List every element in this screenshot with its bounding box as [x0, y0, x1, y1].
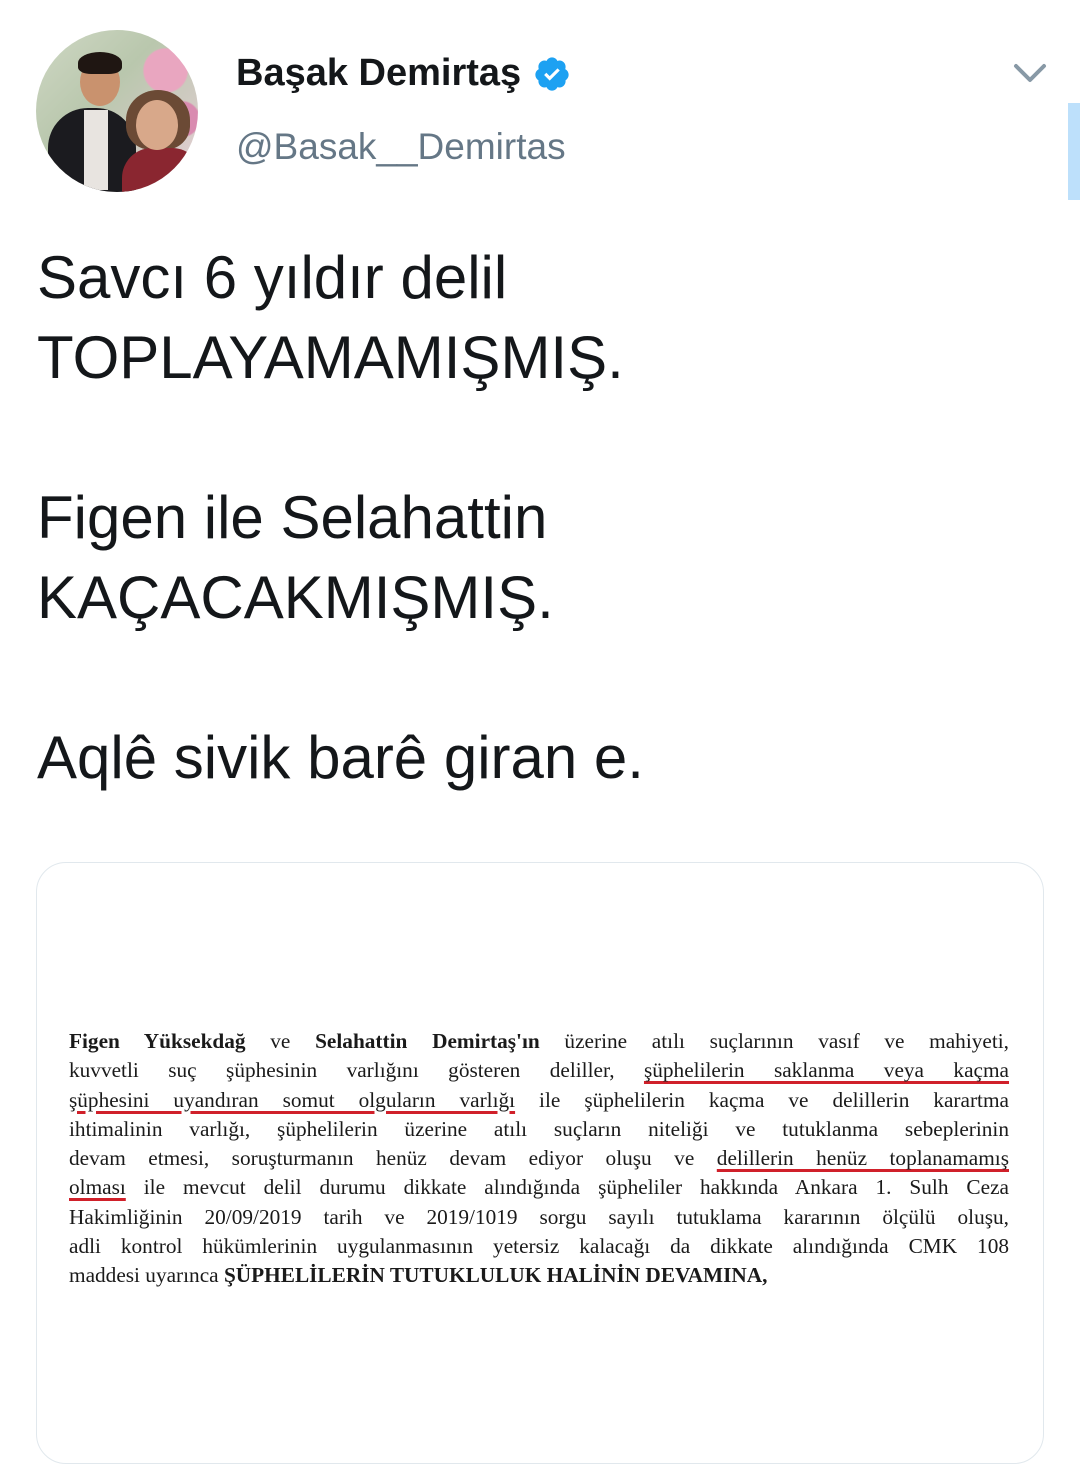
- court-document-excerpt: Figen Yüksekdağ ve Selahattin Demirtaş'ı…: [69, 1027, 1009, 1291]
- author-name-row[interactable]: Başak Demirtaş: [236, 52, 571, 95]
- highlight-underline: olması: [69, 1175, 126, 1200]
- tweet-image-card[interactable]: Figen Yüksekdağ ve Selahattin Demirtaş'ı…: [36, 862, 1044, 1464]
- author-name[interactable]: Başak Demirtaş: [236, 52, 521, 95]
- highlight-underline: şüphelilerin saklanma veya kaçma: [643, 1058, 1010, 1083]
- doc-line-5: devam etmesi, soruşturmanın henüz devam …: [69, 1146, 1009, 1171]
- doc-line-7: Hakimliğinin 20/09/2019 tarih ve 2019/10…: [69, 1204, 1009, 1229]
- doc-line-8: adli kontrol hükümlerinin uygulanmasının…: [69, 1234, 1009, 1259]
- chevron-down-icon[interactable]: [1010, 58, 1050, 88]
- avatar-shirt: [84, 110, 108, 190]
- highlight-underline: delillerin henüz toplanamamış: [716, 1146, 1009, 1171]
- avatar-hair-man: [78, 52, 122, 74]
- avatar-figure-woman: [122, 148, 198, 192]
- author-handle[interactable]: @Basak__Demirtas: [236, 126, 566, 168]
- profile-avatar[interactable]: [36, 30, 198, 192]
- highlight-underline: şüphesini uyandıran somut olguların varl…: [69, 1087, 516, 1112]
- doc-line-6: olması ile mevcut delil durumu dikkate a…: [69, 1175, 1009, 1200]
- doc-line-2: kuvvetli suç şüphesinin varlığını göster…: [69, 1058, 1010, 1083]
- tweet-text: Savcı 6 yıldır delil TOPLAYAMAMIŞMIŞ. Fi…: [37, 244, 644, 791]
- doc-line-4: ihtimalinin varlığı, şüphelilerin üzerin…: [69, 1116, 1009, 1141]
- avatar-face-woman: [136, 100, 178, 150]
- doc-line-1: Figen Yüksekdağ ve Selahattin Demirtaş'ı…: [69, 1029, 1010, 1053]
- doc-line-9: maddesi uyarınca ŞÜPHELİLERİN TUTUKLULUK…: [69, 1263, 768, 1288]
- verified-badge-icon: [535, 56, 569, 91]
- scrollbar[interactable]: [1068, 103, 1080, 200]
- doc-line-3: şüphesini uyandıran somut olguların varl…: [69, 1087, 1009, 1112]
